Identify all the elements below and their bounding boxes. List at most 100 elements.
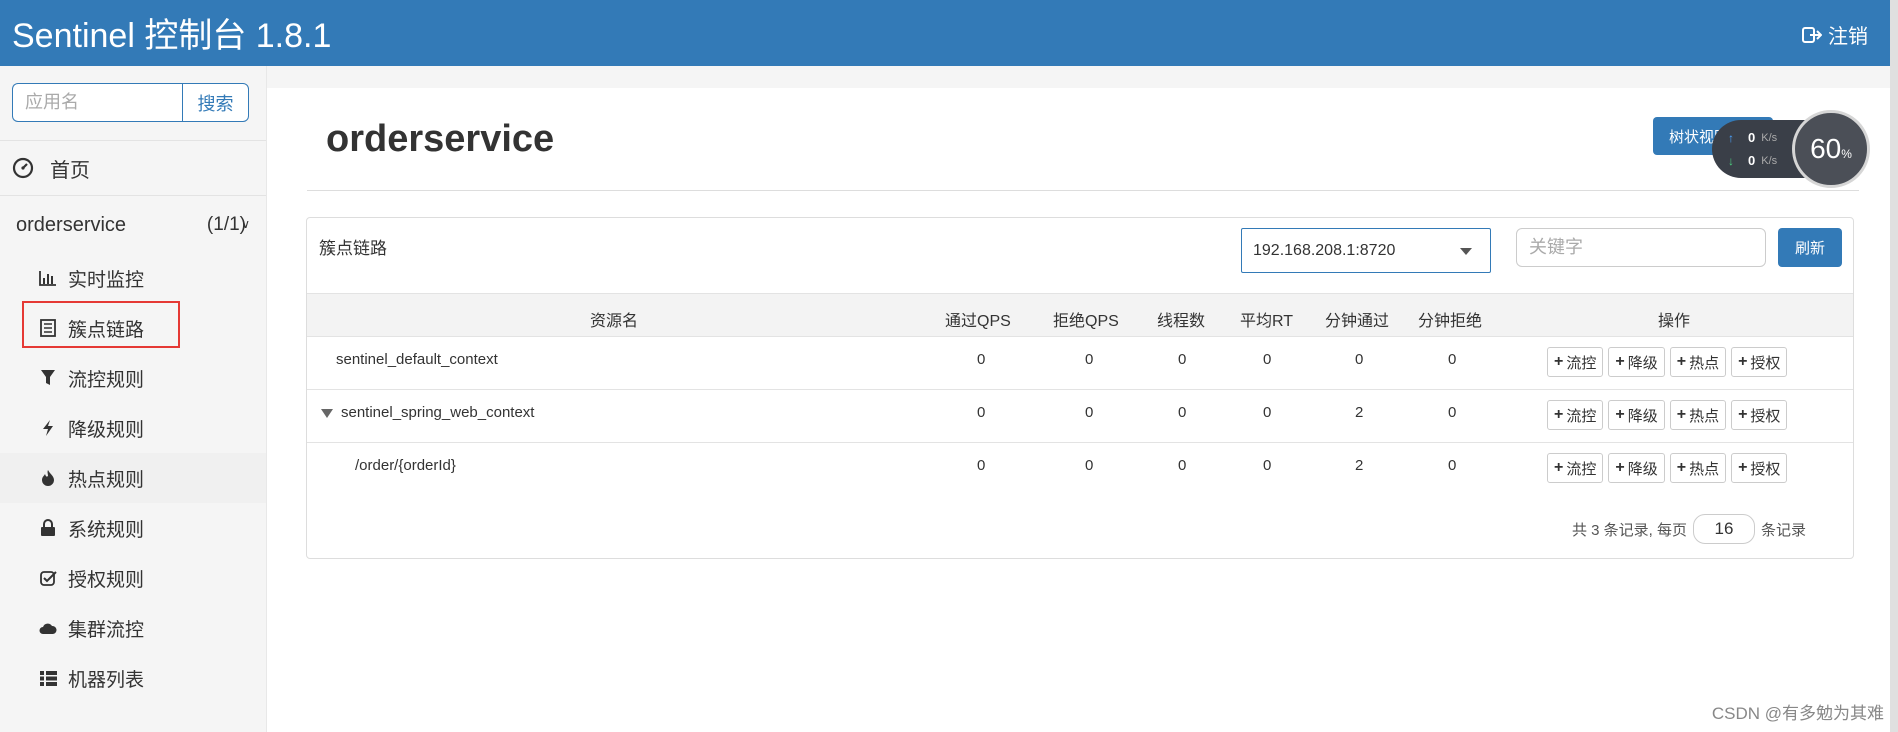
authority-rule-label: 授权	[1750, 407, 1781, 425]
cell-pass-qps: 0	[977, 457, 986, 474]
col-header-resource: 资源名	[590, 313, 639, 330]
cell-avg-rt: 0	[1263, 404, 1272, 421]
memory-usage-percent: 60%	[1795, 113, 1867, 185]
percent-sign: %	[1841, 147, 1852, 161]
page-title: orderservice	[326, 118, 555, 160]
caret-down-icon	[1460, 248, 1472, 255]
app-search-input[interactable]	[12, 83, 182, 122]
machine-select[interactable]: 192.168.208.1:8720	[1241, 228, 1491, 273]
percent-value: 60	[1810, 133, 1842, 164]
plus-icon: +	[1554, 459, 1564, 476]
arrow-up-icon: ↑	[1728, 130, 1734, 145]
page-size-input[interactable]: 16	[1693, 514, 1756, 544]
cell-pass-qps: 0	[977, 351, 986, 368]
hotspot-rule-button[interactable]: + 热点	[1669, 400, 1727, 430]
upload-value: 0	[1748, 130, 1756, 145]
flow-rule-button[interactable]: + 流控	[1547, 347, 1604, 377]
table-row: sentinel_spring_web_context 0 0 0 0 2 0 …	[307, 390, 1853, 443]
sidebar-item-label: 热点规则	[68, 469, 145, 491]
machine-select-value: 192.168.208.1:8720	[1253, 241, 1396, 259]
plus-icon: +	[1676, 353, 1687, 370]
sidebar-app-orderservice[interactable]: orderservice (1/1) ∨	[0, 197, 266, 253]
authority-rule-label: 授权	[1750, 354, 1781, 372]
th-list-icon	[38, 668, 58, 688]
sidebar-item-label: 机器列表	[68, 669, 145, 691]
col-header-block-qps: 拒绝QPS	[1053, 313, 1119, 330]
resource-name: sentinel_default_context	[336, 351, 498, 368]
memory-usage-circle: 60%	[1792, 110, 1870, 188]
sidebar-item-home[interactable]: 首页	[0, 140, 266, 196]
degrade-rule-button[interactable]: + 降级	[1608, 453, 1665, 483]
sidebar-item-authority-rules[interactable]: 授权规则	[0, 553, 266, 603]
download-speed: ↓ 0 K/s	[1728, 153, 1777, 168]
pagination: 共 3 条记录, 每页 16 条记录	[1572, 514, 1806, 544]
plus-icon: +	[1738, 459, 1748, 476]
resource-name[interactable]: sentinel_spring_web_context	[321, 404, 534, 421]
title-divider	[307, 190, 1859, 191]
degrade-rule-label: 降级	[1627, 460, 1658, 478]
upload-speed: ↑ 0 K/s	[1728, 130, 1777, 145]
cell-block-qps: 0	[1085, 457, 1094, 474]
sidebar-item-realtime-monitor[interactable]: 实时监控	[0, 253, 266, 303]
cell-threads: 0	[1178, 404, 1187, 421]
cell-avg-rt: 0	[1263, 457, 1272, 474]
authority-rule-button[interactable]: + 授权	[1731, 453, 1788, 483]
table-header: 资源名 通过QPS 拒绝QPS 线程数 平均RT 分钟通过 分钟拒绝 操作	[307, 293, 1853, 337]
sidebar: 搜索 首页 orderservice (1/1) ∨ 实时监控 簇点链路 流控规…	[0, 66, 267, 732]
sidebar-item-system-rules[interactable]: 系统规则	[0, 503, 266, 553]
hotspot-rule-label: 热点	[1689, 407, 1720, 425]
row-actions: + 流控 + 降级 + 热点 + 授权	[1547, 347, 1788, 377]
plus-icon: +	[1615, 353, 1625, 370]
sidebar-app-name: orderservice	[16, 213, 127, 236]
fire-icon	[38, 468, 58, 488]
sidebar-item-degrade-rules[interactable]: 降级规则	[0, 403, 266, 453]
pager-prefix: 共 3 条记录, 每页	[1572, 521, 1688, 539]
download-unit: K/s	[1761, 154, 1778, 167]
check-square-icon	[38, 568, 58, 588]
authority-rule-button[interactable]: + 授权	[1731, 347, 1788, 377]
flow-rule-button[interactable]: + 流控	[1547, 400, 1604, 430]
cell-pass-qps: 0	[977, 404, 986, 421]
flow-rule-button[interactable]: + 流控	[1547, 453, 1604, 483]
col-header-minute-block: 分钟拒绝	[1418, 313, 1483, 330]
cluster-point-panel: 簇点链路 192.168.208.1:8720 刷新 资源名 通过QPS 拒绝Q…	[306, 217, 1854, 559]
degrade-rule-button[interactable]: + 降级	[1608, 400, 1665, 430]
flow-rule-label: 流控	[1566, 354, 1597, 372]
logout-link[interactable]: 注销	[1802, 20, 1868, 49]
refresh-button[interactable]: 刷新	[1778, 228, 1842, 267]
row-actions: + 流控 + 降级 + 热点 + 授权	[1547, 400, 1788, 430]
sidebar-item-flow-rules[interactable]: 流控规则	[0, 353, 266, 403]
cell-minute-block: 0	[1448, 404, 1457, 421]
download-value: 0	[1748, 153, 1756, 168]
sidebar-item-label: 授权规则	[68, 569, 145, 591]
main-content: orderservice 树状视图 ↑ 0 K/s ↓ 0 K/s 60% 簇点链路…	[267, 88, 1898, 732]
caret-down-icon[interactable]	[321, 408, 333, 418]
app-search-button[interactable]: 搜索	[182, 83, 249, 122]
sidebar-item-label: 流控规则	[68, 369, 145, 391]
sidebar-item-cluster-flow[interactable]: 集群流控	[0, 603, 266, 653]
cell-minute-pass: 0	[1355, 351, 1364, 368]
authority-rule-label: 授权	[1750, 460, 1781, 478]
cell-threads: 0	[1178, 457, 1187, 474]
sidebar-item-label: 系统规则	[68, 519, 145, 541]
col-header-pass-qps: 通过QPS	[945, 313, 1011, 330]
row-actions: + 流控 + 降级 + 热点 + 授权	[1547, 453, 1788, 483]
sidebar-item-machine-list[interactable]: 机器列表	[0, 653, 266, 703]
authority-rule-button[interactable]: + 授权	[1731, 400, 1788, 430]
lock-icon	[38, 518, 58, 538]
pager-suffix: 条记录	[1761, 521, 1807, 539]
keyword-input[interactable]	[1516, 228, 1766, 267]
arrow-down-icon: ↓	[1728, 153, 1734, 168]
degrade-rule-button[interactable]: + 降级	[1608, 347, 1665, 377]
sidebar-item-hotspot-rules[interactable]: 热点规则	[0, 453, 266, 503]
brand-title[interactable]: Sentinel 控制台 1.8.1	[12, 8, 331, 57]
logout-label: 注销	[1828, 26, 1868, 48]
cell-minute-pass: 2	[1355, 404, 1364, 421]
window-scrollbar[interactable]	[1890, 0, 1898, 732]
watermark: CSDN @有多勉为其难	[1711, 704, 1884, 723]
col-header-threads: 线程数	[1157, 313, 1206, 330]
table-row: sentinel_default_context 0 0 0 0 0 0 + 流控…	[307, 337, 1853, 390]
hotspot-rule-button[interactable]: + 热点	[1669, 453, 1727, 483]
hotspot-rule-button[interactable]: + 热点	[1669, 347, 1727, 377]
cell-block-qps: 0	[1085, 404, 1094, 421]
